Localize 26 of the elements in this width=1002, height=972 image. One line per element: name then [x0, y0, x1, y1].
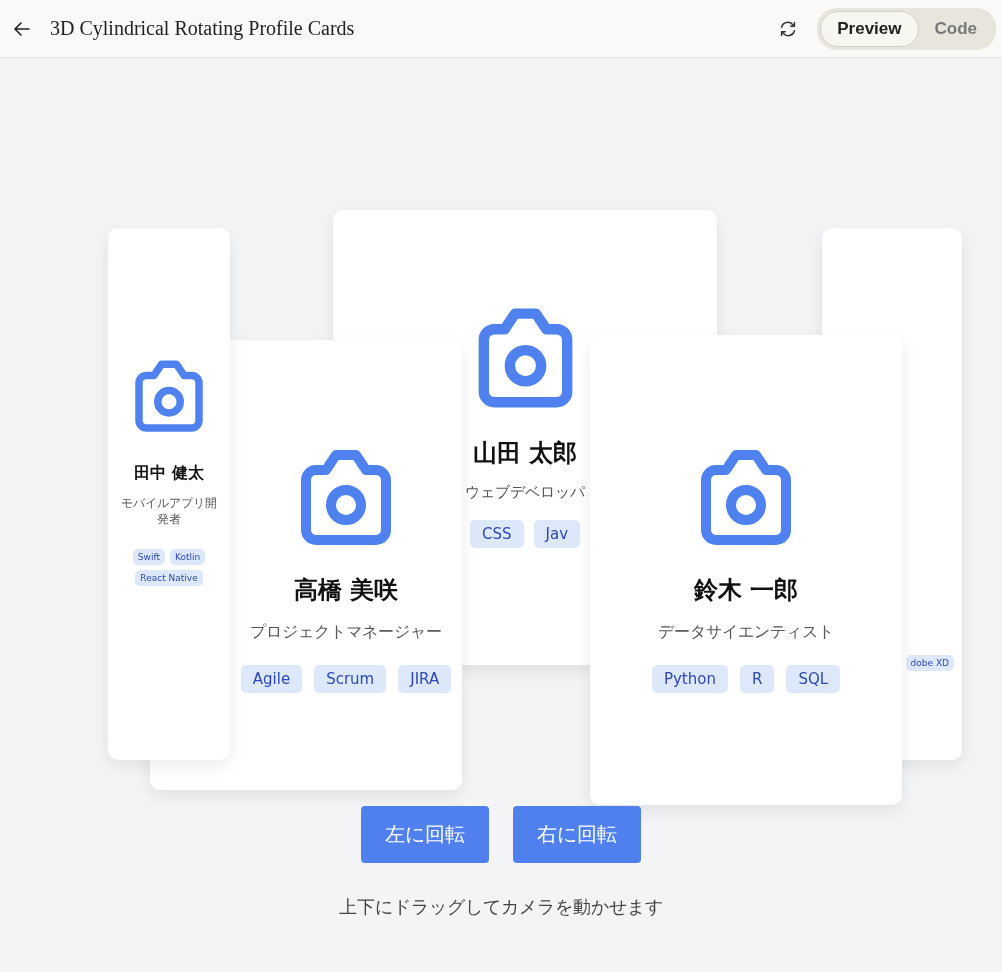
skill-tag: dobe XD: [905, 655, 954, 671]
rotate-button[interactable]: 左に回転: [361, 806, 489, 863]
skill-tag: Swift: [132, 549, 165, 566]
skill-tag: SQL: [786, 665, 841, 693]
skill-tag: Jav: [533, 520, 580, 548]
page-title: 3D Cylindrical Rotating Profile Cards: [50, 17, 355, 40]
skill-tag: Scrum: [314, 665, 387, 693]
skill-tag: Kotlin: [169, 549, 206, 566]
skill-tag: JIRA: [398, 665, 452, 693]
view-tab[interactable]: Code: [918, 10, 993, 47]
profile-role: プロジェクトマネージャー: [250, 622, 442, 643]
view-tab[interactable]: Preview: [820, 10, 919, 47]
profile-role: ウェブデベロッパ: [465, 483, 585, 502]
profile-name: 田中 健太: [134, 463, 204, 484]
profile-name: 高橋 美咲: [293, 575, 399, 606]
profile-name: 鈴木 一郎: [693, 575, 799, 606]
skill-tag: Agile: [240, 665, 303, 693]
skill-tag: CSS: [470, 520, 524, 548]
skill-tag: React Native: [135, 570, 203, 587]
profile-name: 山田 太郎: [472, 438, 578, 469]
drag-hint: 上下にドラッグしてカメラを動かせます: [339, 895, 663, 919]
profile-role: データサイエンティスト: [658, 622, 834, 643]
skill-tag: Python: [651, 665, 728, 693]
skill-tag: R: [739, 665, 775, 693]
profile-role: モバイルアプリ開発者: [120, 496, 218, 528]
rotate-button[interactable]: 右に回転: [513, 806, 641, 863]
